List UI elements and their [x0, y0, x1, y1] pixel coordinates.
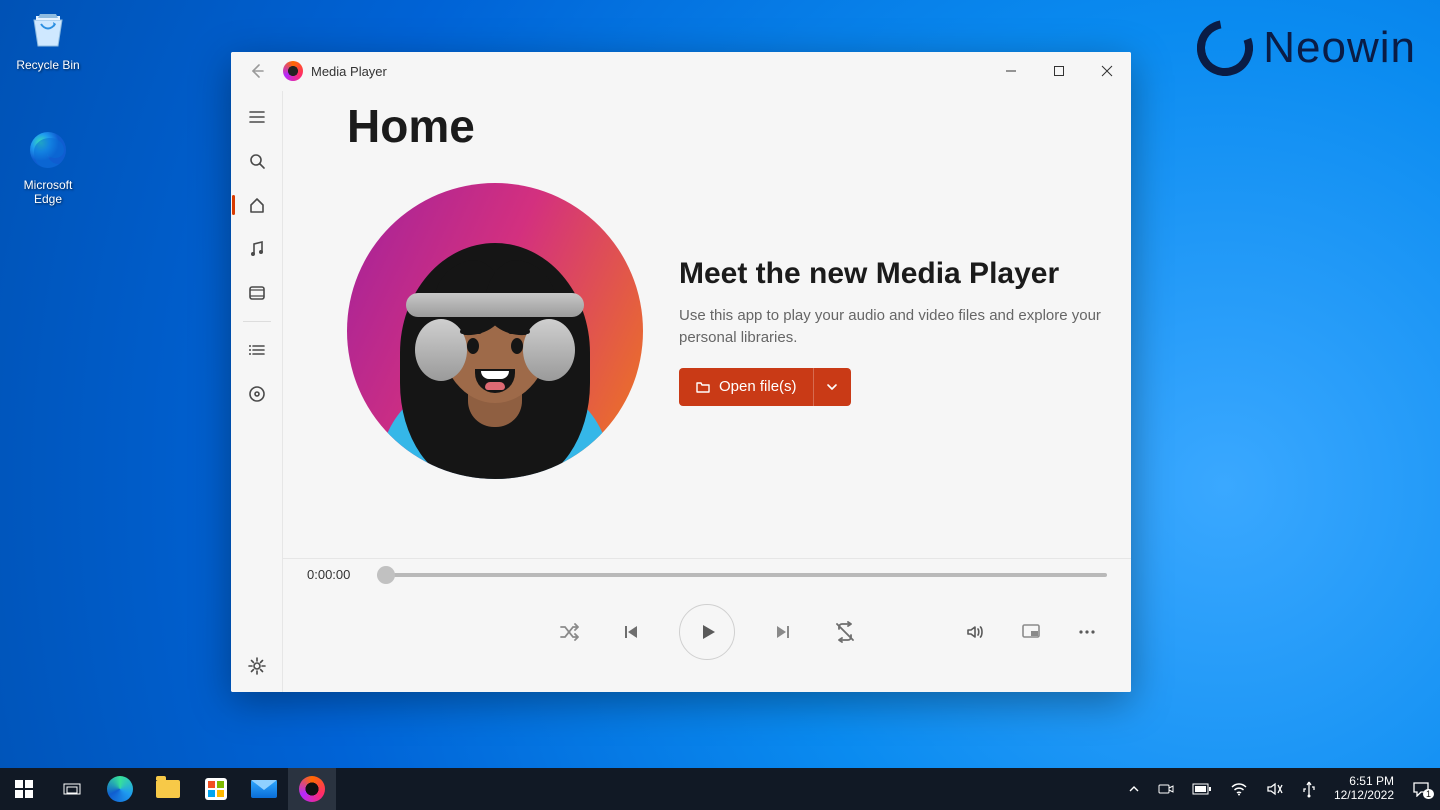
tray-meet-now-icon[interactable] — [1158, 781, 1174, 797]
back-button[interactable] — [231, 52, 283, 90]
tray-volume-icon[interactable] — [1266, 781, 1284, 797]
folder-icon — [156, 780, 180, 798]
hero-body: Use this app to play your audio and vide… — [679, 305, 1109, 350]
queue-icon — [248, 341, 266, 359]
desktop-icon-label: Recycle Bin — [8, 58, 88, 72]
sidebar-item-home[interactable] — [231, 183, 283, 227]
neowin-logo-icon — [1197, 20, 1253, 76]
windows-icon — [15, 780, 33, 798]
open-files-split-button: Open file(s) — [679, 368, 851, 406]
titlebar[interactable]: Media Player — [231, 52, 1131, 90]
sidebar-item-video[interactable] — [231, 271, 283, 315]
media-player-icon — [299, 776, 325, 802]
play-icon — [696, 621, 718, 643]
sidebar-item-queue[interactable] — [231, 328, 283, 372]
media-player-logo-icon — [283, 61, 303, 81]
page-title: Home — [347, 99, 1131, 153]
gear-icon — [248, 657, 266, 675]
repeat-off-icon — [834, 621, 856, 643]
taskbar-time: 6:51 PM — [1334, 775, 1394, 789]
taskbar-app-edge[interactable] — [96, 768, 144, 810]
window-close-button[interactable] — [1083, 52, 1131, 90]
more-button[interactable] — [1073, 618, 1101, 646]
sidebar — [231, 91, 283, 692]
hero-illustration — [347, 183, 643, 479]
mini-player-icon — [1021, 622, 1041, 642]
tray-battery-icon[interactable] — [1192, 783, 1212, 795]
recycle-bin-icon — [24, 6, 72, 54]
open-files-label: Open file(s) — [719, 378, 797, 395]
video-icon — [248, 284, 266, 302]
edge-icon — [107, 776, 133, 802]
window-maximize-button[interactable] — [1035, 52, 1083, 90]
music-icon — [248, 240, 266, 258]
play-button[interactable] — [679, 604, 735, 660]
neowin-watermark-text: Neowin — [1263, 23, 1416, 73]
previous-icon — [621, 622, 641, 642]
desktop-icon-recycle-bin[interactable]: Recycle Bin — [8, 6, 88, 72]
shuffle-icon — [558, 621, 580, 643]
open-files-button[interactable]: Open file(s) — [679, 368, 813, 406]
volume-button[interactable] — [961, 618, 989, 646]
hero-section: Meet the new Media Player Use this app t… — [347, 183, 1131, 479]
store-icon — [205, 778, 227, 800]
media-player-window: Media Player — [231, 52, 1131, 692]
task-view-icon — [62, 779, 82, 799]
repeat-button[interactable] — [831, 618, 859, 646]
taskbar: 6:51 PM 12/12/2022 1 — [0, 768, 1440, 810]
taskbar-app-mail[interactable] — [240, 768, 288, 810]
start-button[interactable] — [0, 768, 48, 810]
tray-wifi-icon[interactable] — [1230, 782, 1248, 796]
mini-player-button[interactable] — [1017, 618, 1045, 646]
task-view-button[interactable] — [48, 768, 96, 810]
volume-icon — [965, 622, 985, 642]
sidebar-item-settings[interactable] — [231, 644, 283, 688]
neowin-watermark: Neowin — [1197, 20, 1416, 76]
taskbar-date: 12/12/2022 — [1334, 789, 1394, 803]
home-icon — [248, 196, 266, 214]
previous-button[interactable] — [617, 618, 645, 646]
search-button[interactable] — [231, 139, 283, 183]
search-icon — [248, 152, 266, 170]
sidebar-item-music[interactable] — [231, 227, 283, 271]
disc-icon — [248, 385, 266, 403]
sidebar-divider — [243, 321, 271, 322]
tray-usb-icon[interactable] — [1302, 780, 1316, 798]
desktop-icon-microsoft-edge[interactable]: Microsoft Edge — [8, 126, 88, 206]
taskbar-app-store[interactable] — [192, 768, 240, 810]
app-title: Media Player — [283, 61, 387, 81]
seek-slider[interactable] — [377, 573, 1107, 577]
taskbar-app-explorer[interactable] — [144, 768, 192, 810]
elapsed-time: 0:00:00 — [307, 567, 361, 582]
window-minimize-button[interactable] — [987, 52, 1035, 90]
folder-open-icon — [695, 379, 711, 395]
more-icon — [1077, 622, 1097, 642]
next-button[interactable] — [769, 618, 797, 646]
action-center-button[interactable]: 1 — [1412, 781, 1430, 797]
hamburger-button[interactable] — [231, 95, 283, 139]
player-bar: 0:00:00 — [283, 558, 1131, 692]
tray-show-hidden-button[interactable] — [1128, 783, 1140, 795]
mail-icon — [251, 780, 277, 798]
next-icon — [773, 622, 793, 642]
taskbar-app-media-player[interactable] — [288, 768, 336, 810]
app-title-text: Media Player — [311, 64, 387, 79]
taskbar-clock[interactable]: 6:51 PM 12/12/2022 — [1334, 775, 1394, 803]
open-files-dropdown-button[interactable] — [813, 368, 851, 406]
notification-badge: 1 — [1423, 789, 1434, 799]
hero-heading: Meet the new Media Player — [679, 257, 1109, 291]
desktop-icon-label: Microsoft Edge — [8, 178, 88, 206]
chevron-down-icon — [826, 381, 838, 393]
chevron-up-icon — [1128, 783, 1140, 795]
shuffle-button[interactable] — [555, 618, 583, 646]
edge-icon — [24, 126, 72, 174]
sidebar-item-playlists[interactable] — [231, 372, 283, 416]
hamburger-icon — [248, 108, 266, 126]
